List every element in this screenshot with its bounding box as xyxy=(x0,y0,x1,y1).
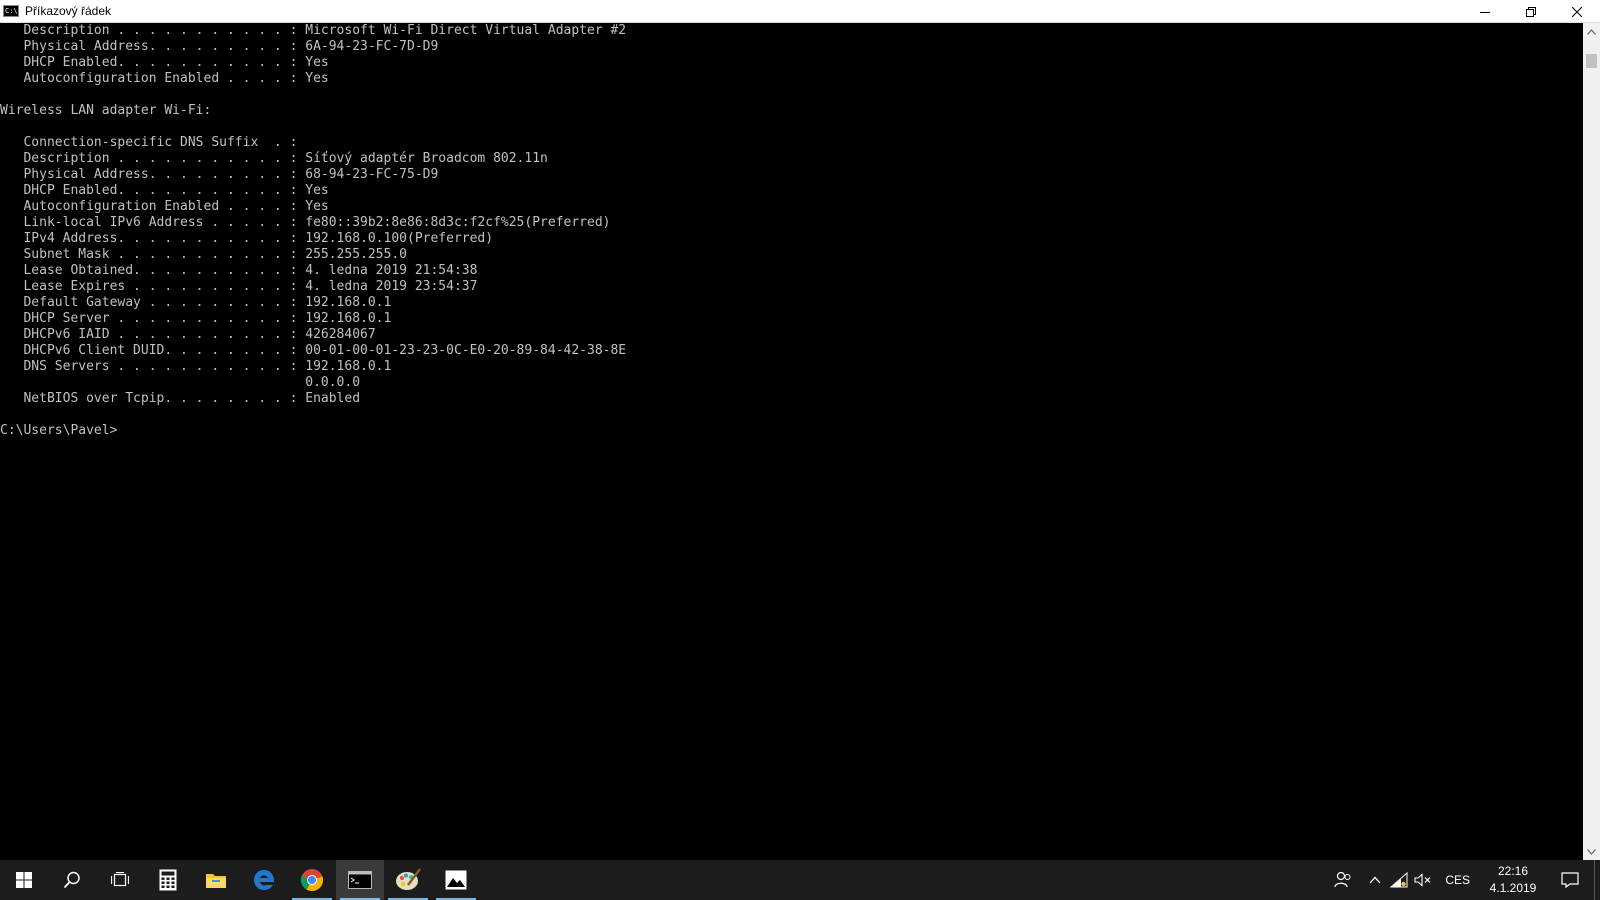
clock-date: 4.1.2019 xyxy=(1489,881,1537,895)
console-line: DHCPv6 Client DUID. . . . . . . . : 00-0… xyxy=(0,343,627,358)
task-view-icon xyxy=(111,872,129,887)
console-line: Autoconfiguration Enabled . . . . : Yes xyxy=(0,199,329,214)
console-line: Wireless LAN adapter Wi-Fi: xyxy=(0,103,212,118)
taskbar-calculator[interactable] xyxy=(144,860,192,900)
taskbar-command-prompt[interactable] xyxy=(336,860,384,900)
console-line: IPv4 Address. . . . . . . . . . . : 192.… xyxy=(0,231,494,246)
console-text: Description . . . . . . . . . . . : Micr… xyxy=(0,23,1583,439)
close-icon xyxy=(1572,6,1582,17)
chrome-browser-icon xyxy=(300,869,324,892)
chevron-up-icon xyxy=(1587,28,1596,35)
calculator-icon xyxy=(159,869,177,891)
console-line: DHCP Enabled. . . . . . . . . . . : Yes xyxy=(0,55,329,70)
cmd-icon: C:\ xyxy=(3,5,19,17)
restore-icon xyxy=(1526,6,1536,17)
console-line: C:\Users\Pavel> xyxy=(0,423,118,438)
task-view-button[interactable] xyxy=(96,860,144,900)
show-hidden-icons-button[interactable] xyxy=(1363,860,1387,900)
console-output-area[interactable]: Description . . . . . . . . . . . : Micr… xyxy=(0,23,1583,860)
restore-button[interactable] xyxy=(1508,0,1554,23)
search-button[interactable] xyxy=(48,860,96,900)
taskbar-file-explorer[interactable] xyxy=(192,860,240,900)
people-button[interactable] xyxy=(1323,860,1363,900)
scroll-up-button[interactable] xyxy=(1583,23,1600,40)
console-line: DNS Servers . . . . . . . . . . . : 192.… xyxy=(0,359,392,374)
console-line: Default Gateway . . . . . . . . . : 192.… xyxy=(0,295,392,310)
clock-time: 22:16 xyxy=(1497,864,1529,878)
volume-muted-icon xyxy=(1414,873,1431,887)
taskbar-paint[interactable] xyxy=(384,860,432,900)
taskbar-chrome[interactable] xyxy=(288,860,336,900)
photos-app-icon xyxy=(445,870,467,890)
console-line: Description . . . . . . . . . . . : Micr… xyxy=(0,23,627,38)
start-button[interactable] xyxy=(0,860,48,900)
notifications-icon xyxy=(1561,872,1579,888)
command-prompt-icon xyxy=(348,871,372,889)
taskbar-edge[interactable] xyxy=(240,860,288,900)
windows-start-icon xyxy=(16,872,32,888)
volume-button[interactable] xyxy=(1411,860,1435,900)
console-line: 0.0.0.0 xyxy=(0,375,361,390)
console-line: Lease Obtained. . . . . . . . . . : 4. l… xyxy=(0,263,478,278)
close-button[interactable] xyxy=(1554,0,1600,23)
network-button[interactable] xyxy=(1387,860,1411,900)
console-line: Link-local IPv6 Address . . . . . : fe80… xyxy=(0,215,611,230)
console-line: Autoconfiguration Enabled . . . . : Yes xyxy=(0,71,329,86)
paint-app-icon xyxy=(396,868,421,890)
vertical-scrollbar[interactable] xyxy=(1583,23,1600,860)
edge-browser-icon xyxy=(254,870,275,890)
wifi-icon xyxy=(1390,872,1408,888)
show-desktop-button[interactable] xyxy=(1594,860,1600,900)
console-line: Physical Address. . . . . . . . . : 6A-9… xyxy=(0,39,439,54)
window-title: Příkazový řádek xyxy=(25,4,112,18)
console-line: Connection-specific DNS Suffix . : xyxy=(0,135,298,150)
file-explorer-icon xyxy=(206,874,226,888)
system-tray: CES 22:16 4.1.2019 xyxy=(1323,860,1600,900)
clock[interactable]: 22:16 4.1.2019 xyxy=(1480,863,1546,897)
console-line: NetBIOS over Tcpip. . . . . . . . : Enab… xyxy=(0,391,361,406)
console-line: Lease Expires . . . . . . . . . . : 4. l… xyxy=(0,279,478,294)
taskbar-photos[interactable] xyxy=(432,860,480,900)
window-controls xyxy=(1462,0,1600,23)
console-line: DHCPv6 IAID . . . . . . . . . . . : 4262… xyxy=(0,327,376,342)
console-line: Physical Address. . . . . . . . . : 68-9… xyxy=(0,167,439,182)
taskbar: CES 22:16 4.1.2019 xyxy=(0,860,1600,900)
input-language-indicator[interactable]: CES xyxy=(1435,873,1480,887)
console-line: Description . . . . . . . . . . . : Síťo… xyxy=(0,151,548,166)
minimize-icon xyxy=(1480,11,1490,13)
scroll-thumb[interactable] xyxy=(1586,54,1597,68)
action-center-button[interactable] xyxy=(1546,860,1594,900)
chevron-up-icon xyxy=(1369,876,1381,884)
console-line: DHCP Server . . . . . . . . . . . : 192.… xyxy=(0,311,392,326)
chevron-down-icon xyxy=(1587,848,1596,855)
minimize-button[interactable] xyxy=(1462,0,1508,23)
search-icon xyxy=(63,871,80,889)
console-line: DHCP Enabled. . . . . . . . . . . : Yes xyxy=(0,183,329,198)
scroll-down-button[interactable] xyxy=(1583,843,1600,860)
console-line: Subnet Mask . . . . . . . . . . . : 255.… xyxy=(0,247,407,262)
window-title-bar[interactable]: C:\ Příkazový řádek xyxy=(0,0,1600,23)
people-icon xyxy=(1334,871,1351,888)
